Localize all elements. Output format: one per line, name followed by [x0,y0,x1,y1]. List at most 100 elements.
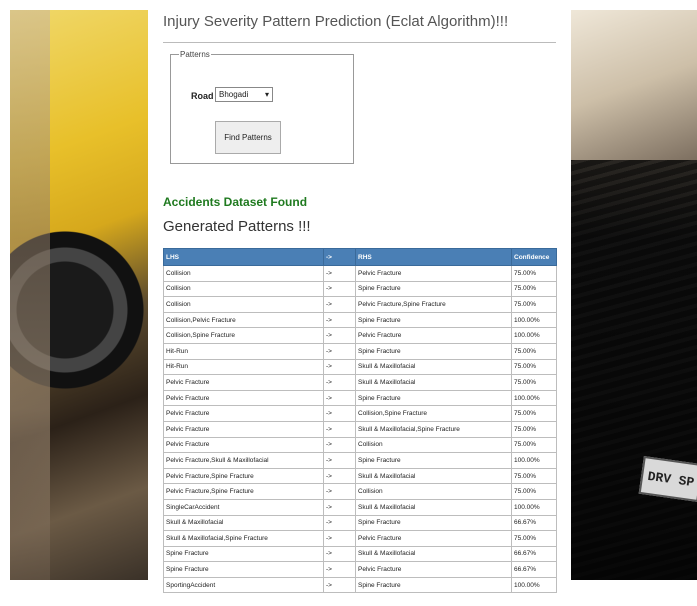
cell-rhs: Skull & Maxillofacial,Spine Fracture [355,420,512,438]
cell-confidence: 66.67% [511,545,557,563]
table-row: Spine Fracture -> Skull & Maxillofacial 66.… [163,545,557,563]
cell-confidence: 100.00% [511,389,557,407]
dataset-found-message: Accidents Dataset Found [163,195,308,209]
cell-arrow: -> [323,374,356,391]
table-row: Collision -> Pelvic Fracture,Spine Fractur… [163,296,557,313]
cell-rhs: Spine Fracture [355,452,512,469]
cell-lhs: Hit-Run [163,358,324,376]
cell-confidence: 100.00% [511,311,557,329]
table-row: Skull & Maxillofacial,Spine Fracture -> Pe… [163,530,557,547]
cell-confidence: 100.00% [511,327,557,344]
cell-lhs: Skull & Maxillofacial,Spine Fracture [163,530,324,547]
cell-rhs: Skull & Maxillofacial [355,374,512,391]
cell-arrow: -> [323,280,356,298]
cell-rhs: Pelvic Fracture,Spine Fracture [355,296,512,313]
cell-rhs: Skull & Maxillofacial [355,358,512,376]
cell-confidence: 75.00% [511,296,557,313]
table-row: Skull & Maxillofacial -> Spine Fracture 66.… [163,514,557,532]
cell-confidence: 100.00% [511,452,557,469]
cell-rhs: Collision [355,436,512,454]
cell-confidence: 75.00% [511,374,557,391]
cell-lhs: Hit-Run [163,342,324,360]
cell-confidence: 75.00% [511,483,557,500]
cell-confidence: 75.00% [511,280,557,298]
table-row: Hit-Run -> Spine Fracture 75.00% [163,342,557,360]
cell-arrow: -> [323,561,356,578]
table-row: Collision,Spine Fracture -> Pelvic Fractur… [163,327,557,344]
cell-arrow: -> [323,420,356,438]
cell-rhs: Pelvic Fracture [355,327,512,344]
table-row: Pelvic Fracture -> Collision,Spine Fractur… [163,405,557,422]
cell-confidence: 75.00% [511,420,557,438]
title-divider [163,42,556,43]
cell-rhs: Spine Fracture [355,280,512,298]
table-row: Spine Fracture -> Pelvic Fracture 66.67% [163,561,557,578]
cell-arrow: -> [323,483,356,500]
cell-arrow: -> [323,530,356,547]
cell-lhs: Collision [163,265,324,282]
page-title: Injury Severity Pattern Prediction (Ecla… [163,13,509,30]
cell-arrow: -> [323,342,356,360]
right-truck-image: DRV SP [571,10,697,580]
find-patterns-button[interactable]: Find Patterns [215,121,281,154]
cell-rhs: Pelvic Fracture [355,530,512,547]
generated-patterns-heading: Generated Patterns !!! [163,218,311,235]
table-row: Collision -> Pelvic Fracture 75.00% [163,265,557,282]
table-row: Collision -> Spine Fracture 75.00% [163,280,557,298]
cell-arrow: -> [323,545,356,563]
table-row: SingleCarAccident -> Skull & Maxillofacial… [163,498,557,516]
cell-confidence: 66.67% [511,514,557,532]
left-car-image [10,10,148,580]
cell-confidence: 75.00% [511,342,557,360]
cell-lhs: Pelvic Fracture [163,389,324,407]
cell-lhs: Pelvic Fracture,Skull & Maxillofacial [163,452,324,469]
cell-rhs: Spine Fracture [355,576,512,594]
cell-lhs: Skull & Maxillofacial [163,514,324,532]
cell-rhs: Pelvic Fracture [355,561,512,578]
cell-confidence: 75.00% [511,467,557,485]
table-row: Hit-Run -> Skull & Maxillofacial 75.00% [163,358,557,376]
cell-lhs: Pelvic Fracture,Spine Fracture [163,483,324,500]
cell-arrow: -> [323,576,356,594]
cell-lhs: Collision,Spine Fracture [163,327,324,344]
cell-lhs: Collision [163,296,324,313]
road-select-value: Bhogadi [219,90,249,99]
cell-rhs: Spine Fracture [355,514,512,532]
table-row: Pelvic Fracture -> Skull & Maxillofacial 75… [163,374,557,391]
cell-lhs: SportingAccident [163,576,324,594]
table-row: SportingAccident -> Spine Fracture 100.00% [163,576,557,594]
cell-lhs: Pelvic Fracture [163,436,324,454]
cell-lhs: Collision,Pelvic Fracture [163,311,324,329]
table-row: Pelvic Fracture -> Spine Fracture 100.00% [163,389,557,407]
cell-lhs: Pelvic Fracture,Spine Fracture [163,467,324,485]
cell-lhs: Pelvic Fracture [163,420,324,438]
cell-arrow: -> [323,265,356,282]
header-lhs: LHS [163,248,324,266]
patterns-legend: Patterns [180,50,210,59]
cell-confidence: 100.00% [511,498,557,516]
table-row: Pelvic Fracture,Spine Fracture -> Skull & … [163,467,557,485]
table-row: Pelvic Fracture -> Collision 75.00% [163,436,557,454]
cell-rhs: Skull & Maxillofacial [355,545,512,563]
cell-lhs: Collision [163,280,324,298]
road-select[interactable]: Bhogadi ▾ [215,87,273,102]
cell-arrow: -> [323,327,356,344]
cell-arrow: -> [323,452,356,469]
cell-rhs: Skull & Maxillofacial [355,498,512,516]
cell-arrow: -> [323,311,356,329]
cell-arrow: -> [323,514,356,532]
patterns-table: LHS -> RHS Confidence Collision -> Pelvic … [163,248,557,594]
table-row: Pelvic Fracture,Spine Fracture -> Collisio… [163,483,557,500]
header-confidence: Confidence [511,248,557,266]
cell-rhs: Collision [355,483,512,500]
left-image-edge [10,10,50,580]
cell-rhs: Spine Fracture [355,342,512,360]
cell-rhs: Spine Fracture [355,389,512,407]
cell-confidence: 75.00% [511,358,557,376]
cell-arrow: -> [323,467,356,485]
cell-arrow: -> [323,405,356,422]
cell-arrow: -> [323,498,356,516]
patterns-fieldset: Patterns Road Bhogadi ▾ Find Patterns [170,50,354,164]
cell-confidence: 75.00% [511,530,557,547]
table-row: Pelvic Fracture,Skull & Maxillofacial -> S… [163,452,557,469]
